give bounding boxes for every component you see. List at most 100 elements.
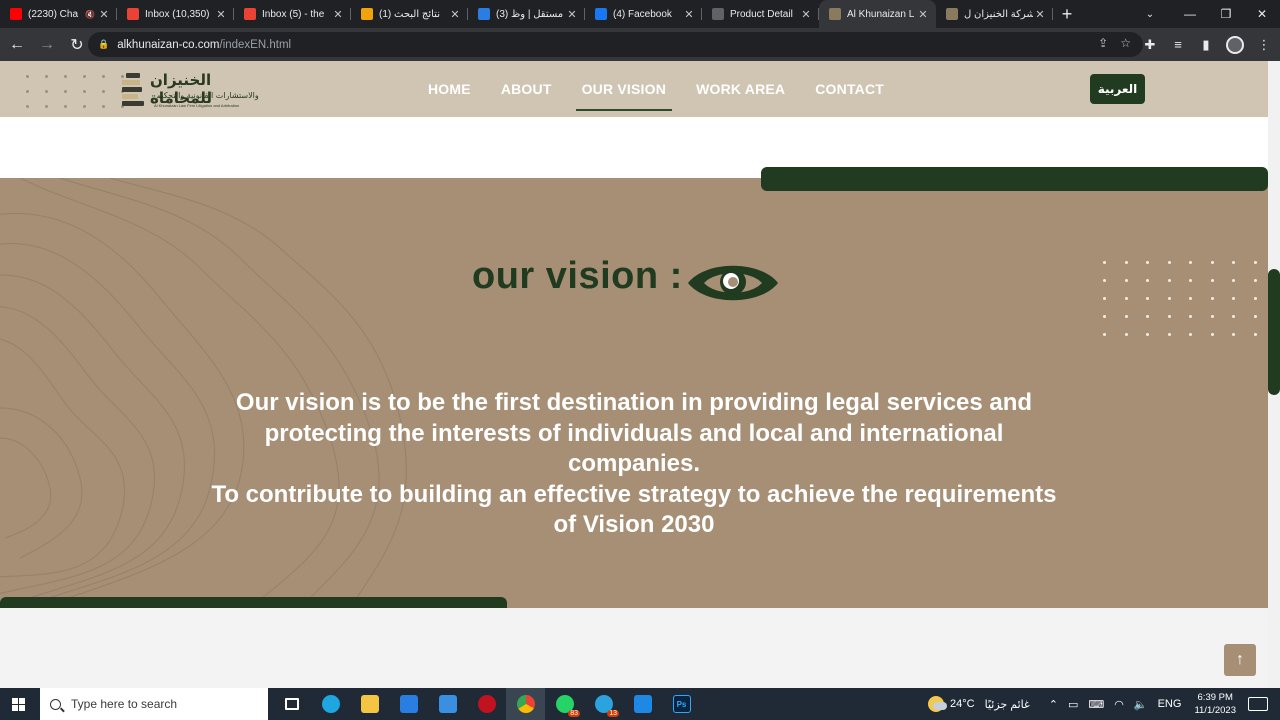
site-icon — [712, 8, 724, 20]
url-host: alkhunaizan-co.com — [117, 38, 220, 51]
close-tab-icon[interactable]: ✕ — [331, 8, 345, 21]
microsoft-store-icon[interactable] — [389, 688, 428, 720]
decorative-bar-top — [761, 167, 1268, 191]
close-tab-icon[interactable]: ✕ — [214, 8, 228, 21]
forward-button[interactable]: → — [34, 32, 60, 58]
site-icon — [829, 8, 841, 20]
browser-tab[interactable]: Inbox (5) - the ✕ — [234, 0, 351, 28]
main-nav: HOME ABOUT OUR VISION WORK AREA CONTACT — [426, 61, 912, 117]
arabic-language-button[interactable]: العربية — [1090, 74, 1145, 104]
tab-search-chevron-icon[interactable]: ⌄ — [1138, 0, 1162, 28]
scrollbar-thumb[interactable] — [1268, 269, 1280, 395]
vscode-icon[interactable] — [623, 688, 662, 720]
tab-title: (4) Facebook — [613, 8, 672, 20]
maximize-button[interactable]: ❐ — [1208, 0, 1244, 28]
books-logo-icon — [120, 73, 144, 109]
nav-contact[interactable]: CONTACT — [813, 61, 886, 117]
browser-tab[interactable]: Al Khunaizan L ✕ — [819, 0, 936, 28]
close-tab-icon[interactable]: ✕ — [799, 8, 813, 21]
tray-expand-icon[interactable]: ⌃ — [1049, 698, 1058, 711]
reload-button[interactable]: ↻ — [64, 32, 90, 58]
logo-subtitle-ar: والاستشارات القانونية والتحكيم — [156, 91, 259, 100]
back-button[interactable]: ← — [4, 32, 30, 58]
close-tab-icon[interactable]: ✕ — [916, 8, 930, 21]
whatsapp-icon[interactable]: 83 — [545, 688, 584, 720]
muted-audio-icon[interactable]: 🔇 — [83, 10, 97, 19]
extensions-puzzle-icon[interactable]: ✚ — [1142, 37, 1158, 53]
close-tab-icon[interactable]: ✕ — [97, 8, 111, 21]
side-panel-icon[interactable]: ▮ — [1198, 37, 1214, 53]
new-tab-button[interactable]: + — [1053, 0, 1081, 28]
tab-title: (1) نتائج البحث — [379, 8, 440, 20]
chrome-icon[interactable] — [506, 688, 545, 720]
wifi-icon[interactable]: ◠ — [1114, 698, 1124, 711]
window-controls: — ❐ ✕ — [1172, 0, 1280, 28]
clock-time: 6:39 PM — [1197, 692, 1233, 703]
gmail-icon — [127, 8, 139, 20]
vision-heading: our vision : — [472, 255, 683, 297]
site-icon — [946, 8, 958, 20]
site-logo[interactable]: الخنيزان للمحاماة والاستشارات القانونية … — [120, 71, 260, 111]
reading-list-icon[interactable]: ≡ — [1170, 37, 1186, 52]
close-window-button[interactable]: ✕ — [1244, 0, 1280, 28]
scroll-to-top-button[interactable]: ↑ — [1224, 644, 1256, 676]
file-explorer-icon[interactable] — [350, 688, 389, 720]
vision-statement: Our vision is to be the first destinatio… — [200, 388, 1068, 541]
taskbar-apps: 83 13 Ps — [272, 688, 701, 720]
s-icon — [361, 8, 373, 20]
nav-work-area[interactable]: WORK AREA — [694, 61, 787, 117]
tab-title: شركة الخنيزان ل — [964, 8, 1033, 20]
language-indicator[interactable]: ENG — [1158, 698, 1182, 710]
profile-avatar[interactable] — [1226, 35, 1244, 54]
share-icon[interactable]: ⇪ — [1098, 36, 1108, 50]
close-tab-icon[interactable]: ✕ — [682, 8, 696, 21]
weather-text: غائم جزئيًا — [984, 698, 1030, 711]
browser-tab[interactable]: (2230) Cha 🔇 ✕ — [0, 0, 117, 28]
telegram-badge: 13 — [607, 710, 619, 717]
menu-kebab-icon[interactable]: ⋮ — [1256, 37, 1272, 53]
url-path: /indexEN.html — [219, 38, 292, 51]
bookmark-star-icon[interactable]: ☆ — [1120, 36, 1131, 50]
nav-home[interactable]: HOME — [426, 61, 473, 117]
browser-toolbar: ← → ↻ 🔒 alkhunaizan-co.com/indexEN.html … — [0, 28, 1280, 61]
close-tab-icon[interactable]: ✕ — [565, 8, 579, 21]
telegram-icon[interactable]: 13 — [584, 688, 623, 720]
edge-icon[interactable] — [311, 688, 350, 720]
nav-our-vision[interactable]: OUR VISION — [575, 61, 673, 117]
windows-logo-icon — [11, 697, 25, 711]
youtube-icon — [10, 8, 22, 20]
tab-title: (2230) Cha — [28, 8, 79, 20]
close-tab-icon[interactable]: ✕ — [1033, 8, 1047, 21]
volume-icon[interactable]: 🔈 — [1134, 698, 1148, 711]
browser-tab[interactable]: (4) Facebook ✕ — [585, 0, 702, 28]
nav-about[interactable]: ABOUT — [499, 61, 554, 117]
weather-widget[interactable]: 24°C غائم جزئيًا — [928, 696, 1030, 712]
mail-icon[interactable] — [428, 688, 467, 720]
address-bar[interactable]: 🔒 alkhunaizan-co.com/indexEN.html ⇪ ☆ — [88, 32, 1143, 57]
vision-statement-line-2: To contribute to building an effective s… — [211, 480, 1057, 539]
taskbar-search[interactable]: Type here to search — [40, 688, 268, 720]
logo-subtitle-en: Al Khunaizan Law Firm Litigation and Arb… — [154, 103, 240, 108]
browser-tab[interactable]: Product Detail ✕ — [702, 0, 819, 28]
browser-tab[interactable]: (1) نتائج البحث ✕ — [351, 0, 468, 28]
decorative-dots — [26, 75, 124, 123]
minimize-button[interactable]: — — [1172, 0, 1208, 28]
security-app-icon[interactable] — [467, 688, 506, 720]
tab-title: Al Khunaizan L — [847, 8, 915, 20]
start-button[interactable] — [0, 688, 36, 720]
taskbar-search-placeholder: Type here to search — [71, 697, 178, 711]
meet-icon[interactable]: ▭ — [1068, 698, 1078, 711]
browser-tab[interactable]: (3) مستقل | وظ ✕ — [468, 0, 585, 28]
ime-icon[interactable]: ⌨ — [1088, 698, 1104, 711]
weather-temp: 24°C — [950, 698, 975, 710]
tab-title: Inbox (10,350) — [145, 8, 210, 20]
browser-tab[interactable]: شركة الخنيزان ل ✕ — [936, 0, 1053, 28]
photoshop-icon[interactable]: Ps — [662, 688, 701, 720]
browser-tab[interactable]: Inbox (10,350) ✕ — [117, 0, 234, 28]
notification-icon[interactable] — [1248, 697, 1268, 711]
system-tray: 24°C غائم جزئيًا ⌃ ▭ ⌨ ◠ 🔈 ENG 6:39 PM 1… — [928, 688, 1280, 720]
browser-tab-strip: (2230) Cha 🔇 ✕ Inbox (10,350) ✕ Inbox (5) - t… — [0, 0, 1280, 28]
close-tab-icon[interactable]: ✕ — [448, 8, 462, 21]
task-view-icon[interactable] — [272, 688, 311, 720]
clock[interactable]: 6:39 PM 11/1/2023 — [1194, 691, 1236, 717]
